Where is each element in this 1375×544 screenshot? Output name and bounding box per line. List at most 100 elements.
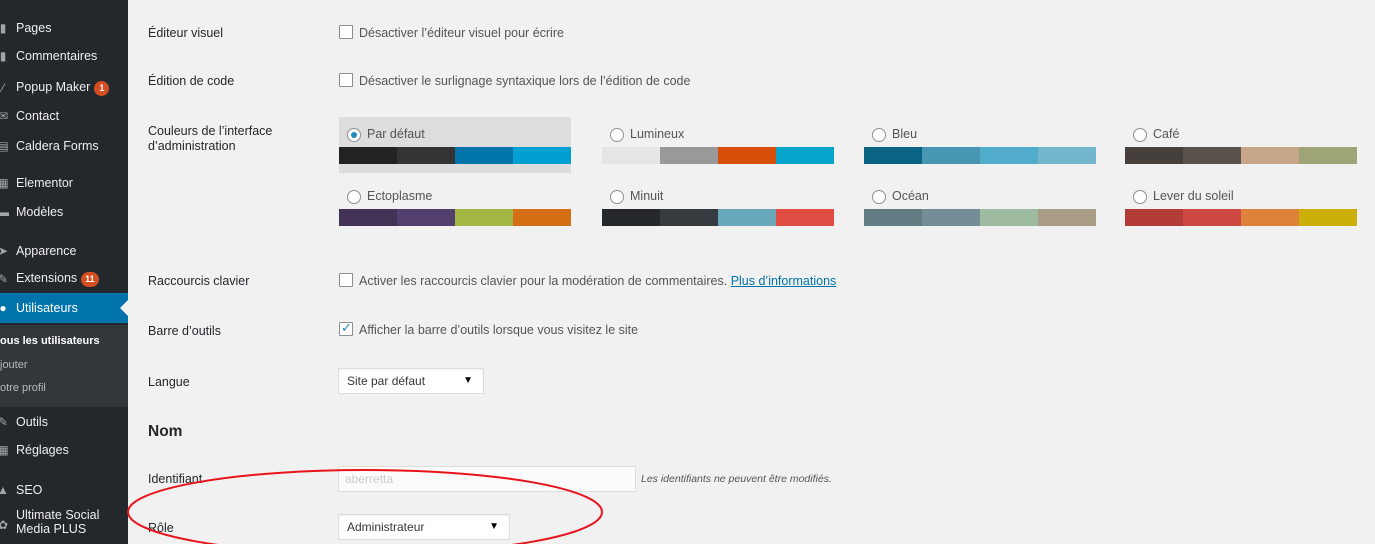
color-swatch [922,147,980,164]
color-swatch [1125,209,1183,226]
menu-item-elementor[interactable]: ▦ Elementor [0,168,128,198]
color-swatch [718,209,776,226]
color-swatch [1038,209,1096,226]
color-swatch [1125,147,1183,164]
username-input[interactable]: aberretta [338,466,636,492]
username-value: aberretta [345,472,394,486]
menu-label: Popup Maker [16,80,91,95]
color-swatch [397,209,455,226]
color-scheme-option[interactable]: Océan [864,179,1096,235]
color-scheme-option[interactable]: Minuit [602,179,834,235]
color-swatch [660,147,718,164]
radio-button[interactable] [347,190,361,204]
menu-label: Caldera Forms [16,139,99,153]
color-scheme-option[interactable]: Café [1125,117,1357,173]
update-count-badge: 11 [81,271,99,287]
keyboard-shortcuts-label: Raccourcis clavier [148,274,250,288]
radio-button[interactable] [872,128,886,142]
radio-button[interactable] [610,128,624,142]
color-scheme-name: Lever du soleil [1153,189,1234,203]
radio-button[interactable] [1133,190,1147,204]
code-editing-checkbox[interactable] [339,73,353,87]
role-select[interactable]: Administrateur ▼ [338,514,510,540]
plugins-icon: ✎ [0,272,9,286]
menu-label: SEO [16,483,43,497]
toolbar-checkbox[interactable] [339,320,353,336]
menu-item-users[interactable]: ● Utilisateurs [0,293,128,323]
color-swatch [980,209,1038,226]
color-swatch [1241,209,1299,226]
color-scheme-name: Par défaut [367,127,425,141]
toolbar-checkbox-label[interactable]: Afficher la barre d’outils lorsque vous … [359,323,638,337]
menu-item-settings[interactable]: ▦ Réglages [0,435,128,465]
submenu-your-profile[interactable]: otre profil [0,382,46,394]
menu-label: Réglages [16,443,69,457]
toolbar-label: Barre d’outils [148,324,221,338]
menu-item-caldera-forms[interactable]: ▤ Caldera Forms [0,131,128,161]
submenu-add-new[interactable]: jouter [0,359,28,371]
color-swatch [1299,147,1357,164]
admin-sidebar: ▮ Pages ▮ Commentaires ⁄ Popup Maker 1 ✉ … [0,0,128,544]
code-editing-label: Édition de code [148,74,235,88]
color-scheme-option[interactable]: Ectoplasme [339,179,571,235]
color-swatches [864,147,1096,164]
popup-icon: ⁄ [1,81,4,95]
color-swatches [1125,209,1357,226]
elementor-icon: ▦ [0,176,9,190]
username-label: Identifiant [148,472,203,486]
profile-form: Éditeur visuel Désactiver l’éditeur visu… [128,0,1375,544]
code-editing-checkbox-label[interactable]: Désactiver le surlignage syntaxique lors… [359,74,690,88]
color-scheme-name: Ectoplasme [367,189,433,203]
color-scheme-name: Minuit [630,189,664,203]
more-info-link[interactable]: Plus d’informations [731,274,837,288]
language-label: Langue [148,375,190,389]
color-swatch [339,147,397,164]
color-swatch [864,209,922,226]
color-swatch [602,147,660,164]
color-scheme-label: Couleurs de l’interface d’administration [148,124,273,153]
menu-item-appearance[interactable]: ➤ Apparence [0,236,128,266]
radio-button[interactable] [872,190,886,204]
radio-button[interactable] [347,128,361,142]
menu-item-pages[interactable]: ▮ Pages [0,13,128,43]
radio-button[interactable] [1133,128,1147,142]
color-scheme-name: Lumineux [630,127,685,141]
menu-label: Utilisateurs [16,301,78,315]
menu-label: Apparence [16,244,77,258]
color-swatch [1183,209,1241,226]
color-scheme-option[interactable]: Bleu [864,117,1096,173]
radio-button[interactable] [610,190,624,204]
visual-editor-checkbox-label[interactable]: Désactiver l’éditeur visuel pour écrire [359,26,564,40]
color-swatches [339,209,571,226]
dropdown-arrow-icon: ▼ [489,521,499,532]
color-scheme-option[interactable]: Lumineux [602,117,834,173]
menu-item-contact[interactable]: ✉ Contact [0,101,128,131]
language-select[interactable]: Site par défaut ▼ [338,368,484,394]
color-scheme-option[interactable]: Lever du soleil [1125,179,1357,235]
color-swatch [776,147,834,164]
menu-item-plugins[interactable]: ✎ Extensions 11 [0,264,128,294]
menu-label: Contact [16,109,60,123]
keyboard-shortcuts-checkbox-label[interactable]: Activer les raccourcis clavier pour la m… [359,274,727,288]
menu-label: Extensions [16,271,78,286]
menu-item-comments[interactable]: ▮ Commentaires [0,41,128,71]
color-scheme-option[interactable]: Par défaut [339,117,571,173]
keyboard-shortcuts-checkbox[interactable] [339,273,353,287]
menu-label: Commentaires [16,49,98,63]
menu-item-ultimate-social[interactable]: ✿ Ultimate Social Media PLUS [0,508,128,540]
color-swatch [513,209,571,226]
visual-editor-checkbox[interactable] [339,25,353,39]
menu-item-seo[interactable]: ▲ SEO [0,475,128,505]
menu-item-templates[interactable]: ▬ Modèles [0,197,128,227]
language-select-value: Site par défaut [347,374,426,388]
name-section-title: Nom [148,423,183,440]
forms-icon: ▤ [0,139,9,153]
color-swatch [513,147,571,164]
users-submenu: ous les utilisateurs jouter otre profil [0,325,128,407]
color-swatches [864,209,1096,226]
submenu-all-users[interactable]: ous les utilisateurs [0,335,100,347]
menu-item-popup-maker[interactable]: ⁄ Popup Maker 1 [0,73,128,103]
menu-item-tools[interactable]: ✎ Outils [0,407,128,437]
users-icon: ● [0,301,7,315]
menu-label: Modèles [16,205,64,219]
